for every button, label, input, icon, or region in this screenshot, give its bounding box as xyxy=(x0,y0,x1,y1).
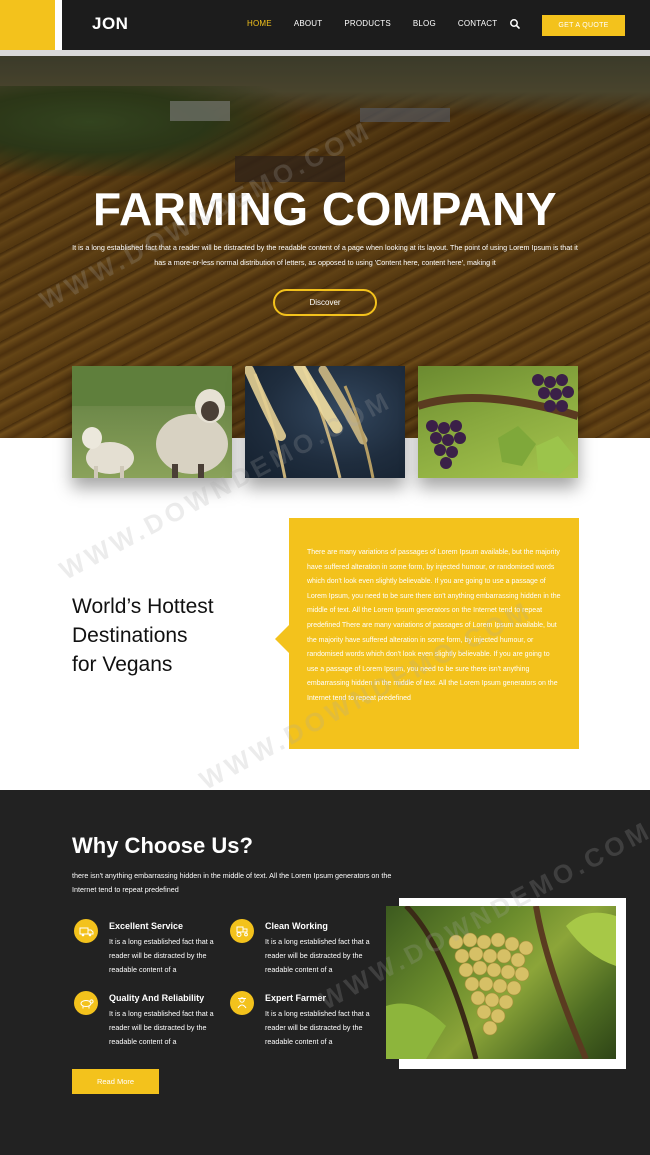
why-choose-us-title: Why Choose Us? xyxy=(72,833,253,858)
menu-item-about[interactable]: ABOUT xyxy=(294,19,323,28)
feature-title: Expert Farmer xyxy=(265,993,327,1003)
farmer-icon xyxy=(230,991,254,1015)
feature-text: It is a long established fact that a rea… xyxy=(109,937,214,974)
menu-item-products[interactable]: PRODUCTS xyxy=(344,19,391,28)
main-menu: HOME ABOUT PRODUCTS BLOG CONTACT xyxy=(247,19,519,28)
gallery-image-grapes[interactable] xyxy=(418,366,578,478)
discover-button[interactable]: Discover xyxy=(273,289,377,316)
cow-icon xyxy=(74,991,98,1015)
read-more-button[interactable]: Read More xyxy=(72,1069,159,1094)
gallery-image-wheat[interactable] xyxy=(245,366,405,478)
hero-title: FARMING COMPANY xyxy=(92,183,558,235)
get-a-quote-button[interactable]: GET A QUOTE xyxy=(542,15,625,36)
destinations-heading-line-1: World’s Hottest xyxy=(72,595,214,618)
grape-vine-image xyxy=(386,906,616,1059)
truck-icon xyxy=(74,919,98,943)
feature-title: Clean Working xyxy=(265,921,328,931)
menu-item-contact[interactable]: CONTACT xyxy=(458,19,497,28)
destinations-heading-line-3: for Vegans xyxy=(72,653,173,676)
feature-text: It is a long established fact that a rea… xyxy=(265,1009,370,1046)
feature-text: It is a long established fact that a rea… xyxy=(265,937,370,974)
callout-arrow xyxy=(275,625,289,653)
why-choose-us-text: there isn't anything embarrassing hidden… xyxy=(72,871,392,894)
gallery-image-sheep[interactable] xyxy=(72,366,232,478)
destinations-heading: World’s Hottest Destinations for Vegans xyxy=(72,592,272,679)
feature-text: It is a long established fact that a rea… xyxy=(109,1009,214,1046)
site-logo[interactable]: JON xyxy=(92,14,128,34)
search-icon[interactable] xyxy=(509,17,521,29)
destinations-body-text: There are many variations of passages of… xyxy=(307,549,561,702)
nav-accent-block xyxy=(0,0,55,50)
menu-item-blog[interactable]: BLOG xyxy=(413,19,436,28)
destinations-heading-line-2: Destinations xyxy=(72,624,188,647)
tractor-icon xyxy=(230,919,254,943)
menu-item-home[interactable]: HOME xyxy=(247,19,272,28)
feature-title: Quality And Reliability xyxy=(109,993,205,1003)
nav-bar: JON HOME ABOUT PRODUCTS BLOG CONTACT GET… xyxy=(62,0,650,50)
top-navigation: JON HOME ABOUT PRODUCTS BLOG CONTACT GET… xyxy=(0,0,650,50)
hero-description: It is a long established fact that a rea… xyxy=(72,243,578,267)
feature-title: Excellent Service xyxy=(109,921,184,931)
